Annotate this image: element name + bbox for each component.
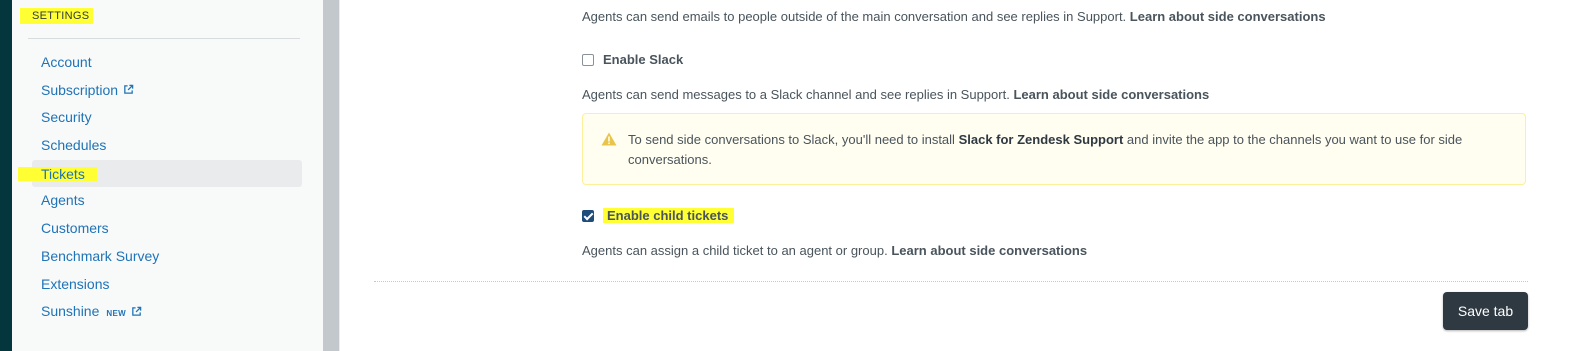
external-link-icon xyxy=(124,85,134,95)
slack-install-notice: To send side conversations to Slack, you… xyxy=(582,113,1526,185)
slack-description: Agents can send messages to a Slack chan… xyxy=(582,87,1209,102)
sidebar-divider xyxy=(28,38,300,39)
email-description: Agents can send emails to people outside… xyxy=(582,9,1326,24)
enable-slack-label: Enable Slack xyxy=(603,52,684,67)
sidebar-item-subscription[interactable]: Subscription xyxy=(32,77,302,105)
sidebar-item-label: Benchmark Survey xyxy=(41,247,160,264)
sidebar-item-label: Agents xyxy=(41,192,85,209)
notice-app-name: Slack for Zendesk Support xyxy=(958,132,1124,147)
sidebar-item-label: Tickets xyxy=(18,166,97,181)
learn-side-conversations-link[interactable]: Learn about side conversations xyxy=(1130,9,1326,24)
enable-child-tickets-label: Enable child tickets xyxy=(603,208,735,223)
sidebar-item-schedules[interactable]: Schedules xyxy=(32,132,302,160)
learn-side-conversations-link[interactable]: Learn about side conversations xyxy=(1013,87,1209,102)
footer-divider xyxy=(374,281,1528,282)
sidebar-item-label: Schedules xyxy=(41,137,107,154)
enable-child-tickets-row[interactable]: Enable child tickets xyxy=(582,208,735,223)
child-tickets-description-text: Agents can assign a child ticket to an a… xyxy=(582,243,888,258)
sidebar-scrollbar[interactable] xyxy=(323,0,339,351)
external-link-icon xyxy=(132,306,142,316)
warning-icon xyxy=(601,132,617,146)
child-tickets-description: Agents can assign a child ticket to an a… xyxy=(582,243,1087,258)
settings-heading: SETTINGS xyxy=(20,8,94,24)
sidebar-item-label: Subscription xyxy=(41,81,119,98)
notice-prefix: To send side conversations to Slack, you… xyxy=(628,132,955,147)
sidebar-item-benchmark-survey[interactable]: Benchmark Survey xyxy=(32,243,302,271)
product-rail xyxy=(0,0,12,351)
settings-nav: Account Subscription Security Schedules … xyxy=(18,49,302,326)
sidebar-item-label: Extensions xyxy=(41,275,110,292)
save-tab-button[interactable]: Save tab xyxy=(1443,292,1528,330)
sidebar-item-extensions[interactable]: Extensions xyxy=(32,271,302,299)
sidebar-item-security[interactable]: Security xyxy=(32,104,302,132)
sidebar-item-label: Sunshine xyxy=(41,303,100,320)
slack-description-text: Agents can send messages to a Slack chan… xyxy=(582,87,1010,102)
sidebar-item-tickets[interactable]: Tickets xyxy=(18,159,302,188)
sidebar-item-label: Security xyxy=(41,109,92,126)
enable-slack-row[interactable]: Enable Slack xyxy=(582,52,683,67)
tickets-settings-panel: Agents can send emails to people outside… xyxy=(340,0,1587,351)
email-description-text: Agents can send emails to people outside… xyxy=(582,9,1127,24)
learn-side-conversations-link[interactable]: Learn about side conversations xyxy=(891,243,1087,258)
sidebar-item-customers[interactable]: Customers xyxy=(32,215,302,243)
enable-slack-checkbox[interactable] xyxy=(582,53,594,66)
sidebar-item-agents[interactable]: Agents xyxy=(32,187,302,215)
enable-child-tickets-checkbox[interactable] xyxy=(582,209,594,222)
sidebar-item-label: Account xyxy=(41,54,92,70)
notice-text: To send side conversations to Slack, you… xyxy=(628,130,1508,170)
sidebar-item-label: Customers xyxy=(41,220,109,237)
new-badge: NEW xyxy=(106,309,126,319)
sidebar-item-account[interactable]: Account xyxy=(32,49,302,77)
sidebar-item-sunshine[interactable]: Sunshine NEW xyxy=(32,298,302,326)
